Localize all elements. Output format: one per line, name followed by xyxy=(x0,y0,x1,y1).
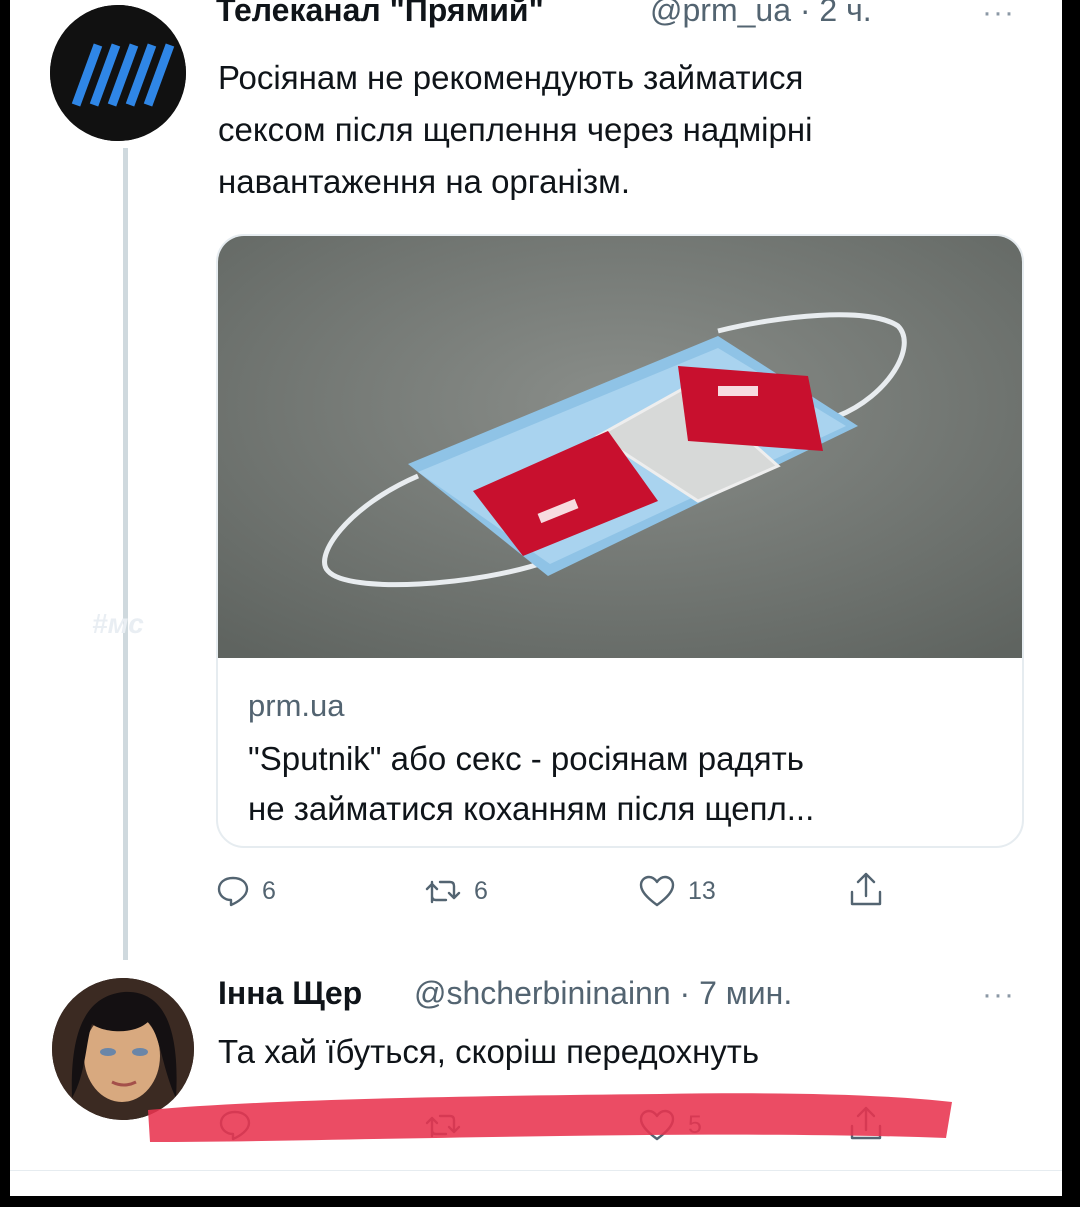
handle-and-time[interactable]: @shcherbininainn · 7 мин. xyxy=(414,975,792,1012)
card-title-line: не займатися коханням після щепл... xyxy=(248,790,815,827)
tweet-text: Та хай їбуться, скоріш передохнуть xyxy=(218,1033,760,1070)
tweet-text-line: Росіянам не рекомендують займатися xyxy=(218,59,804,96)
like-count: 13 xyxy=(688,876,716,905)
reply-count: 6 xyxy=(262,876,276,905)
card-image xyxy=(218,236,1022,658)
tweet-text-line: навантаження на організм. xyxy=(218,163,630,200)
bottom-edge xyxy=(0,1196,1080,1207)
divider xyxy=(10,1170,1062,1171)
share-button[interactable] xyxy=(848,870,896,908)
like-icon xyxy=(639,875,675,907)
card-title: "Sputnik" або секс - росіянам радять не … xyxy=(248,734,1008,834)
reply-button[interactable]: 6 xyxy=(216,874,276,908)
retweet-count: 6 xyxy=(474,876,488,905)
display-name[interactable]: Телеканал "Прямий" xyxy=(216,0,544,29)
handle-and-time[interactable]: @prm_ua · 2 ч. xyxy=(650,0,872,29)
link-card[interactable]: prm.ua "Sputnik" або секс - росіянам рад… xyxy=(216,234,1024,848)
reply-icon xyxy=(217,876,249,907)
thread-line xyxy=(123,148,128,960)
retweet-icon xyxy=(425,880,461,904)
card-title-line: "Sputnik" або секс - росіянам радять xyxy=(248,740,804,777)
more-icon[interactable]: ··· xyxy=(982,0,1015,30)
retweet-button[interactable]: 6 xyxy=(424,874,488,908)
share-icon xyxy=(850,872,882,906)
watermark: #мс xyxy=(92,608,144,639)
more-icon[interactable]: ··· xyxy=(982,978,1015,1012)
red-scribble xyxy=(148,1093,952,1142)
card-domain: prm.ua xyxy=(248,688,345,723)
screenshot-frame: Телеканал "Прямий" @prm_ua · 2 ч. ··· Ро… xyxy=(10,0,1062,1196)
like-button[interactable]: 13 xyxy=(638,874,716,908)
display-name[interactable]: Інна Щер xyxy=(218,975,362,1012)
tweet-text-line: сексом після щеплення через надмірні xyxy=(218,111,813,148)
tweet-text: Росіянам не рекомендують займатися сексо… xyxy=(218,52,812,208)
avatar[interactable] xyxy=(50,5,186,141)
